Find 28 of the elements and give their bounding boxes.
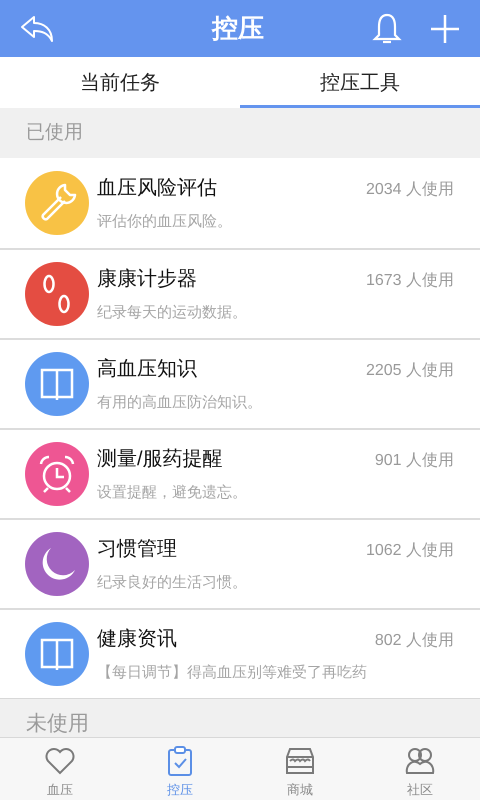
tool-name: 血压风险评估 bbox=[97, 176, 217, 201]
usage-count: 901 人使用 bbox=[374, 450, 454, 471]
section-header: 未使用 bbox=[0, 698, 480, 737]
tool-description: 评估你的血压风险。 bbox=[97, 212, 233, 232]
tool-name: 康康计步器 bbox=[97, 266, 197, 292]
people-icon bbox=[404, 745, 436, 777]
back-icon[interactable] bbox=[20, 14, 54, 42]
tool-name: 健康资讯 bbox=[97, 626, 177, 652]
tool-description: 纪录每天的运动数据。 bbox=[97, 302, 248, 323]
usage-count: 802 人使用 bbox=[374, 630, 454, 651]
usage-count: 2205 人使用 bbox=[366, 360, 454, 381]
tab[interactable]: 当前任务 bbox=[0, 57, 240, 108]
usage-count: 2034 人使用 bbox=[366, 180, 454, 200]
tool-name: 高血压知识 bbox=[97, 356, 197, 382]
store-icon bbox=[284, 745, 316, 777]
plus-icon[interactable] bbox=[430, 14, 460, 44]
tool-description: 有用的高血压防治知识。 bbox=[97, 392, 263, 413]
tool-description: 纪录良好的生活习惯。 bbox=[97, 572, 248, 593]
section-header: 已使用 bbox=[0, 108, 480, 158]
bell-icon[interactable] bbox=[372, 12, 402, 44]
tool-description: 设置提醒，避免遗忘。 bbox=[97, 482, 248, 503]
tool-name: 测量/服药提醒 bbox=[97, 446, 223, 472]
usage-count: 1062 人使用 bbox=[366, 540, 454, 561]
page-title: 控压 bbox=[210, 12, 264, 45]
usage-count: 1673 人使用 bbox=[366, 270, 454, 291]
tool-name: 习惯管理 bbox=[97, 536, 177, 562]
tool-description: 【每日调节】得高血压别等难受了再吃药 bbox=[97, 662, 368, 683]
heart-icon bbox=[44, 745, 76, 777]
